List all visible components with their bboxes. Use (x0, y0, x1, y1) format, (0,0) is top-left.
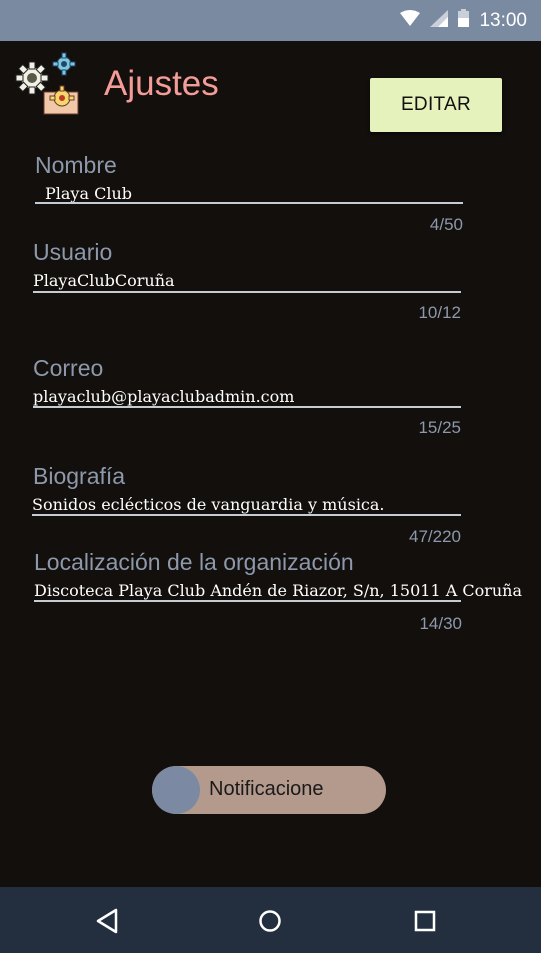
notifications-label: Notificacione (209, 778, 324, 800)
localizacion-counter: 14/30 (419, 614, 462, 633)
biografia-field[interactable]: Biografía Sonidos eclécticos de vanguard… (32, 463, 464, 548)
localizacion-input[interactable]: Discoteca Playa Club Andén de Riazor, S/… (34, 581, 522, 600)
edit-button[interactable]: EDITAR (370, 78, 502, 132)
correo-field[interactable]: Correo playaclub@playaclubadmin.com 15/2… (33, 355, 463, 440)
home-icon[interactable] (252, 903, 288, 939)
biografia-underline (32, 514, 461, 516)
usuario-input[interactable]: PlayaClubCoruña (33, 271, 175, 290)
usuario-underline (33, 291, 461, 293)
correo-counter: 15/25 (418, 418, 461, 437)
status-bar: 13:00 (0, 0, 541, 41)
toggle-knob[interactable] (152, 766, 200, 814)
nombre-counter: 4/50 (429, 215, 463, 234)
nombre-field[interactable]: Nombre Playa Club 4/50 (35, 152, 465, 237)
correo-label: Correo (33, 355, 104, 381)
correo-underline (33, 406, 461, 408)
usuario-counter: 10/12 (418, 303, 461, 322)
usuario-field[interactable]: Usuario PlayaClubCoruña 10/12 (33, 239, 463, 324)
nombre-input[interactable]: Playa Club (45, 184, 132, 203)
correo-input[interactable]: playaclub@playaclubadmin.com (33, 387, 294, 406)
signal-icon (430, 9, 449, 32)
recents-icon[interactable] (407, 903, 443, 939)
nombre-label: Nombre (35, 152, 117, 178)
page-title: Ajustes (104, 64, 219, 103)
gears-settings-icon (12, 50, 84, 120)
back-icon[interactable] (90, 903, 126, 939)
nombre-underline (35, 202, 463, 204)
localizacion-label: Localización de la organización (34, 549, 354, 575)
localizacion-field[interactable]: Localización de la organización Discotec… (34, 549, 522, 634)
biografia-counter: 47/220 (409, 527, 461, 546)
battery-icon (458, 9, 470, 32)
wifi-icon (400, 10, 421, 31)
biografia-input[interactable]: Sonidos eclécticos de vanguardia y músic… (32, 495, 385, 514)
localizacion-underline (34, 600, 461, 602)
clock: 13:00 (479, 9, 527, 31)
navigation-bar (0, 887, 541, 953)
biografia-label: Biografía (33, 463, 126, 489)
usuario-label: Usuario (33, 239, 113, 265)
notifications-toggle[interactable]: Notificacione (152, 766, 386, 814)
